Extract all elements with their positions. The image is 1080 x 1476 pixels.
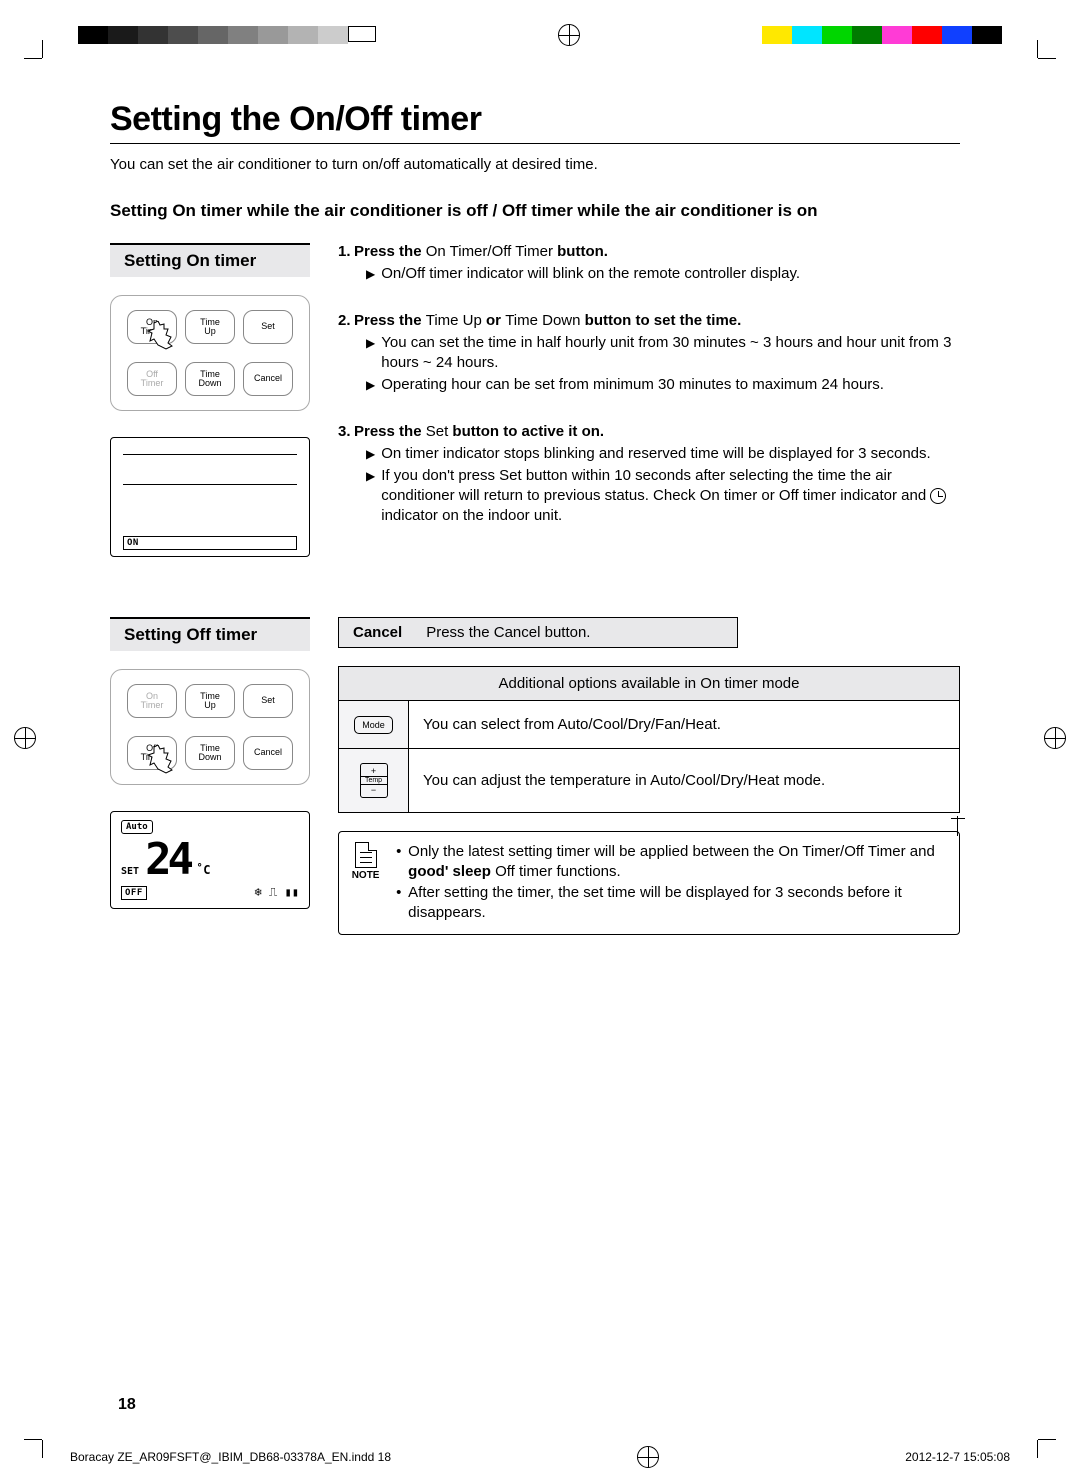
bullet-icon: ▶	[366, 466, 375, 526]
step-3: 3. Press the Set button to active it on.…	[338, 423, 960, 526]
remote-button-panel-off: On Timer Time Up Set Off Timer Time Down…	[110, 669, 310, 785]
note-label: NOTE	[352, 870, 380, 881]
color-swatches	[762, 26, 1002, 44]
cancel-instruction-box: Cancel Press the Cancel button.	[338, 617, 738, 648]
grayscale-swatches	[78, 26, 376, 44]
note-item: After setting the timer, the set time wi…	[396, 883, 947, 922]
crop-mark	[1020, 1422, 1038, 1440]
time-down-button: Time Down	[185, 736, 235, 770]
title-rule	[110, 143, 960, 144]
cancel-label: Cancel	[339, 618, 416, 647]
crop-mark	[1020, 58, 1038, 76]
bullet-icon: ▶	[366, 375, 375, 395]
page-number: 18	[118, 1396, 136, 1414]
additional-options-table: Additional options available in On timer…	[338, 666, 960, 813]
note-box: NOTE Only the latest setting timer will …	[338, 831, 960, 935]
cancel-button: Cancel	[243, 736, 293, 770]
mode-chip: Mode	[354, 716, 393, 734]
remote-button-panel-on: On Timer Time Up Set Off Timer Time Down…	[110, 295, 310, 411]
temperature-value: 24	[145, 834, 190, 885]
temp-chip: + Temp −	[360, 763, 388, 798]
off-timer-button: Off Timer	[127, 362, 177, 396]
option-temp-icon-cell: + Temp −	[339, 749, 409, 813]
set-button: Set	[243, 684, 293, 718]
options-header: Additional options available in On timer…	[339, 667, 960, 701]
crop-mark	[42, 58, 60, 76]
clock-icon	[930, 488, 946, 504]
set-button: Set	[243, 310, 293, 344]
off-timer-button: Off Timer	[127, 736, 177, 770]
off-timer-heading: Setting Off timer	[110, 617, 310, 651]
option-mode-text: You can select from Auto/Cool/Dry/Fan/He…	[409, 701, 960, 749]
set-label: SET	[121, 866, 139, 877]
intro-text: You can set the air conditioner to turn …	[110, 156, 960, 173]
option-temp-text: You can adjust the temperature in Auto/C…	[409, 749, 960, 813]
off-indicator-badge: OFF	[121, 886, 147, 900]
registration-mark-icon	[558, 24, 580, 46]
note-icon	[355, 842, 377, 868]
step-2: 2. Press the Time Up or Time Down button…	[338, 312, 960, 395]
crop-mark	[42, 1422, 60, 1440]
print-registration-bottom: Boracay ZE_AR09FSFT@_IBIM_DB68-03378A_EN…	[0, 1446, 1080, 1468]
remote-display-off: Auto SET 24 ˚C OFF ❄ ⎍ ▮▮	[110, 811, 310, 909]
option-mode-icon-cell: Mode	[339, 701, 409, 749]
mode-icons: ❄ ⎍ ▮▮	[254, 885, 299, 900]
note-cut-mark-icon	[957, 816, 971, 836]
footer-file-info: Boracay ZE_AR09FSFT@_IBIM_DB68-03378A_EN…	[70, 1450, 391, 1464]
note-item: Only the latest setting timer will be ap…	[396, 842, 947, 881]
unit-label: ˚C	[196, 863, 210, 877]
cancel-button: Cancel	[243, 362, 293, 396]
auto-chip: Auto	[121, 820, 153, 834]
page-title: Setting the On/Off timer	[110, 100, 960, 139]
page-content: Setting the On/Off timer You can set the…	[110, 100, 960, 995]
section-on-timer: Setting On timer On Timer Time Up Set Of…	[110, 243, 960, 557]
bullet-icon: ▶	[366, 444, 375, 464]
on-indicator-badge: ON	[123, 536, 297, 550]
time-down-button: Time Down	[185, 362, 235, 396]
on-timer-heading: Setting On timer	[110, 243, 310, 277]
print-registration-top	[0, 26, 1080, 46]
registration-mark-right	[1044, 727, 1066, 749]
time-up-button: Time Up	[185, 310, 235, 344]
bullet-icon: ▶	[366, 333, 375, 373]
footer-timestamp: 2012-12-7 15:05:08	[905, 1450, 1010, 1464]
bullet-icon: ▶	[366, 264, 375, 284]
on-timer-button: On Timer	[127, 684, 177, 718]
step-1: 1. Press the On Timer/Off Timer button. …	[338, 243, 960, 284]
section-off-timer: Setting Off timer On Timer Time Up Set O…	[110, 617, 960, 935]
time-up-button: Time Up	[185, 684, 235, 718]
registration-mark-icon	[637, 1446, 659, 1468]
registration-mark-left	[14, 727, 36, 749]
on-timer-button: On Timer	[127, 310, 177, 344]
remote-display-on: ON	[110, 437, 310, 557]
subheading: Setting On timer while the air condition…	[110, 201, 960, 221]
